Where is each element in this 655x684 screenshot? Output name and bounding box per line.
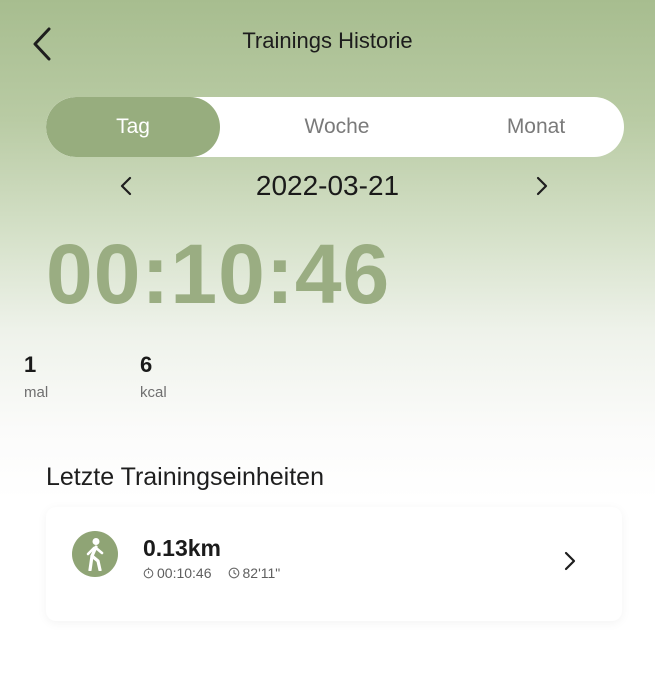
- recent-trainings-heading: Letzte Trainingseinheiten: [46, 463, 324, 491]
- training-distance: 0.13km: [143, 535, 222, 561]
- stopwatch-icon: [143, 567, 154, 579]
- training-meta: 00:10:46 82'11": [143, 565, 296, 581]
- session-count-stat: 1 mal: [24, 352, 48, 401]
- training-card[interactable]: 0.13km 00:10:46 82'11": [46, 507, 622, 621]
- header: Trainings Historie: [0, 0, 655, 90]
- calories-value: 6: [140, 352, 153, 377]
- calories-stat: 6 kcal: [140, 352, 167, 401]
- training-duration-text: 00:10:46: [157, 565, 212, 581]
- training-pace-text: 82'11": [242, 565, 281, 581]
- chevron-right-icon: [558, 547, 582, 575]
- pace-clock-icon: [228, 567, 239, 579]
- walking-icon: [72, 531, 118, 577]
- calories-unit: kcal: [140, 384, 167, 401]
- training-duration: 00:10:46: [143, 565, 212, 581]
- date-navigator: 2022-03-21: [0, 160, 655, 216]
- session-count-unit: mal: [24, 384, 49, 401]
- next-date-button[interactable]: [522, 166, 562, 206]
- tab-woche[interactable]: Woche: [242, 97, 432, 157]
- tab-monat[interactable]: Monat: [446, 97, 624, 157]
- period-segmented-control: Tag Woche Monat: [46, 97, 624, 157]
- total-duration: 00:10:46: [46, 227, 391, 321]
- tab-tag[interactable]: Tag: [46, 97, 220, 157]
- training-pace: 82'11": [228, 565, 281, 581]
- page-title: Trainings Historie: [242, 28, 413, 53]
- chevron-right-icon: [536, 176, 548, 196]
- session-count-value: 1: [24, 352, 37, 377]
